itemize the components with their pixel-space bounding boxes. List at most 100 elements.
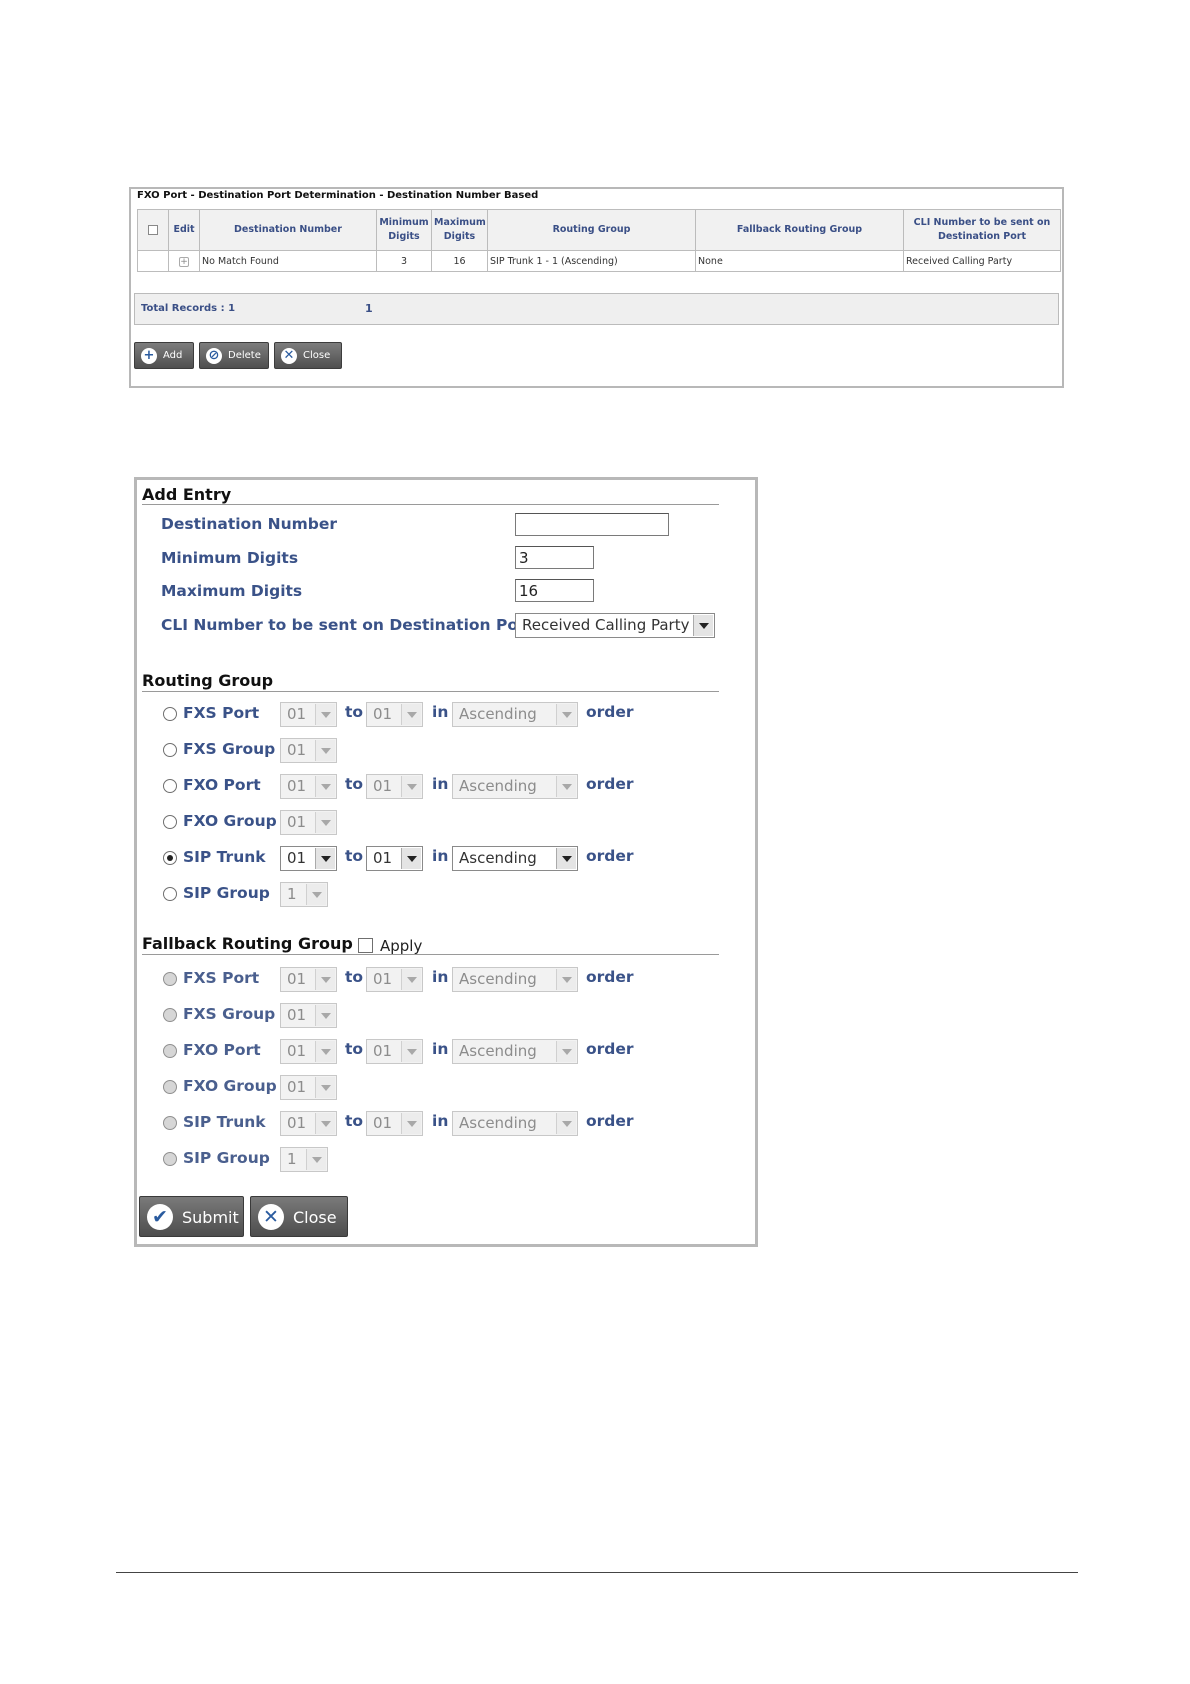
fallback-fxs-group-label: FXS Group: [183, 1005, 276, 1023]
delete-button[interactable]: ⊘ Delete: [199, 342, 269, 369]
routing-fxo-port-radio[interactable]: [163, 779, 177, 793]
order-text: order: [586, 1112, 634, 1130]
cli-number-select[interactable]: Received Calling Party: [515, 613, 715, 638]
close-button[interactable]: ✕ Close: [274, 342, 342, 369]
fallback-fxs-port-to-select[interactable]: 01: [366, 967, 423, 992]
total-records-value: 1: [365, 302, 373, 315]
routing-fxo-group-radio[interactable]: [163, 815, 177, 829]
apply-checkbox[interactable]: [358, 938, 373, 953]
chevron-down-icon: [401, 704, 421, 725]
add-entry-panel: Add Entry Destination Number Minimum Dig…: [134, 477, 758, 1247]
to-text: to: [345, 1112, 364, 1130]
column-header-edit[interactable]: Edit: [168, 209, 200, 251]
fallback-fxo-group-radio[interactable]: [163, 1080, 177, 1094]
routing-fxs-group-label: FXS Group: [183, 740, 276, 758]
routing-sip-trunk-order-select[interactable]: Ascending: [452, 846, 578, 871]
fallback-sip-group-label: SIP Group: [183, 1149, 270, 1167]
destination-number-label: Destination Number: [161, 515, 338, 533]
fallback-fxs-port-order-select[interactable]: Ascending: [452, 967, 578, 992]
routing-sip-trunk-radio[interactable]: [163, 851, 177, 865]
routing-fxo-port-to-select[interactable]: 01: [366, 774, 423, 799]
routing-fxo-port-from-select[interactable]: 01: [280, 774, 337, 799]
routing-sip-group-radio[interactable]: [163, 887, 177, 901]
chevron-down-icon: [315, 1005, 335, 1026]
to-text: to: [345, 1040, 364, 1058]
fallback-sip-group-radio[interactable]: [163, 1152, 177, 1166]
checkmark-icon: ✔: [147, 1204, 173, 1230]
destination-number-input[interactable]: [515, 513, 669, 536]
order-text: order: [586, 847, 634, 865]
order-text: order: [586, 1040, 634, 1058]
chevron-down-icon: [315, 704, 335, 725]
cell-routing-group: SIP Trunk 1 - 1 (Ascending): [487, 250, 696, 272]
cell-max-digits: 16: [431, 250, 488, 272]
fallback-fxo-group-select[interactable]: 01: [280, 1075, 337, 1100]
routing-fxo-group-select[interactable]: 01: [280, 810, 337, 835]
fallback-sip-trunk-radio[interactable]: [163, 1116, 177, 1130]
expand-icon[interactable]: +: [179, 256, 189, 267]
table-row: + No Match Found 3 16 SIP Trunk 1 - 1 (A…: [137, 250, 1061, 272]
chevron-down-icon: [556, 776, 576, 797]
divider: [142, 504, 719, 505]
total-records-bar: Total Records : 1 1: [134, 293, 1059, 325]
column-header-cli-number[interactable]: CLI Number to be sent on Destination Por…: [903, 209, 1061, 251]
minimum-digits-input[interactable]: [515, 546, 594, 569]
cell-min-digits: 3: [376, 250, 432, 272]
prohibited-icon: ⊘: [206, 348, 222, 364]
fallback-fxo-group-label: FXO Group: [183, 1077, 277, 1095]
column-header-destination-number[interactable]: Destination Number: [199, 209, 377, 251]
routing-sip-trunk-from-select[interactable]: 01: [280, 846, 337, 871]
column-header-min-digits[interactable]: Minimum Digits: [376, 209, 432, 251]
chevron-down-icon: [556, 1041, 576, 1062]
chevron-down-icon: [693, 615, 713, 636]
to-text: to: [345, 847, 364, 865]
fallback-fxs-group-select[interactable]: 01: [280, 1003, 337, 1028]
fallback-fxo-port-label: FXO Port: [183, 1041, 261, 1059]
chevron-down-icon: [315, 740, 335, 761]
submit-button[interactable]: ✔ Submit: [139, 1196, 244, 1237]
divider: [142, 691, 719, 692]
chevron-down-icon: [315, 812, 335, 833]
routing-sip-group-select[interactable]: 1: [280, 882, 328, 907]
routing-fxo-port-order-select[interactable]: Ascending: [452, 774, 578, 799]
chevron-down-icon: [315, 1041, 335, 1062]
order-text: order: [586, 775, 634, 793]
maximum-digits-label: Maximum Digits: [161, 582, 303, 600]
fallback-fxo-port-radio[interactable]: [163, 1044, 177, 1058]
maximum-digits-input[interactable]: [515, 579, 594, 602]
routing-fxs-port-to-select[interactable]: 01: [366, 702, 423, 727]
column-header-routing-group[interactable]: Routing Group: [487, 209, 696, 251]
routing-fxs-group-select[interactable]: 01: [280, 738, 337, 763]
close-button[interactable]: ✕ Close: [250, 1196, 348, 1237]
add-button[interactable]: + Add: [134, 342, 194, 369]
routing-fxs-port-radio[interactable]: [163, 707, 177, 721]
fallback-sip-trunk-order-select[interactable]: Ascending: [452, 1111, 578, 1136]
fallback-fxs-group-radio[interactable]: [163, 1008, 177, 1022]
divider: [142, 954, 719, 955]
close-icon: ✕: [258, 1204, 284, 1230]
in-text: in: [432, 703, 449, 721]
row-edit-cell[interactable]: +: [168, 250, 200, 272]
order-text: order: [586, 703, 634, 721]
column-header-max-digits[interactable]: Maximum Digits: [431, 209, 488, 251]
column-header-fallback-routing-group[interactable]: Fallback Routing Group: [695, 209, 904, 251]
fallback-fxo-port-to-select[interactable]: 01: [366, 1039, 423, 1064]
fallback-sip-group-select[interactable]: 1: [280, 1147, 328, 1172]
fallback-fxs-port-from-select[interactable]: 01: [280, 967, 337, 992]
total-records-label: Total Records : 1: [141, 303, 236, 314]
destination-port-table-panel: FXO Port - Destination Port Determinatio…: [129, 187, 1064, 388]
chevron-down-icon: [556, 848, 576, 869]
select-all-checkbox[interactable]: [137, 209, 169, 251]
fallback-fxo-port-from-select[interactable]: 01: [280, 1039, 337, 1064]
routing-fxs-port-order-select[interactable]: Ascending: [452, 702, 578, 727]
routing-fxs-group-radio[interactable]: [163, 743, 177, 757]
routing-sip-trunk-to-select[interactable]: 01: [366, 846, 423, 871]
chevron-down-icon: [401, 848, 421, 869]
chevron-down-icon: [315, 1077, 335, 1098]
fallback-fxo-port-order-select[interactable]: Ascending: [452, 1039, 578, 1064]
fallback-fxs-port-radio[interactable]: [163, 972, 177, 986]
fallback-sip-trunk-to-select[interactable]: 01: [366, 1111, 423, 1136]
fallback-sip-trunk-from-select[interactable]: 01: [280, 1111, 337, 1136]
chevron-down-icon: [401, 969, 421, 990]
routing-fxs-port-from-select[interactable]: 01: [280, 702, 337, 727]
